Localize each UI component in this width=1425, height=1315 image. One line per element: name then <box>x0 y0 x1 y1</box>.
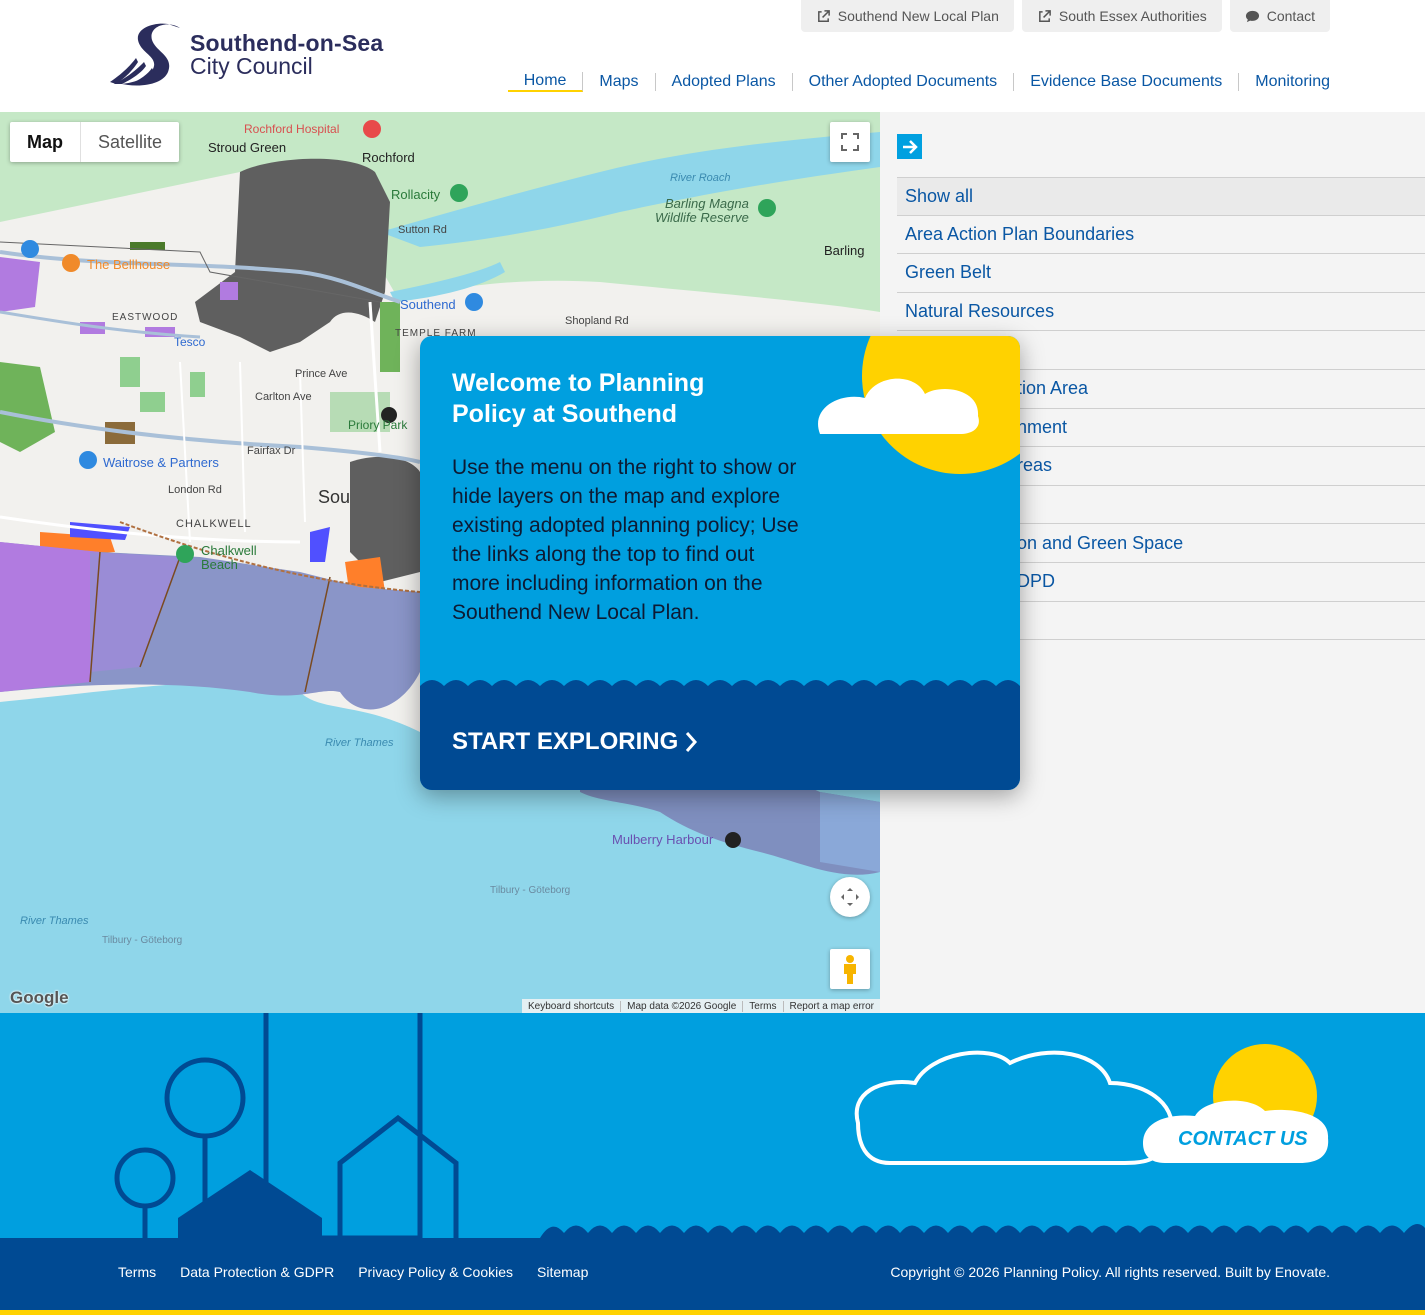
layer-item[interactable]: Green Belt <box>897 254 1425 293</box>
modal-title: Welcome to Planning Policy at Southend <box>452 369 705 428</box>
map-label: Tesco <box>174 335 206 349</box>
map-label: Beach <box>201 557 238 572</box>
map-label: Southend <box>400 297 456 312</box>
main-nav: Home Maps Adopted Plans Other Adopted Do… <box>507 72 1330 92</box>
modal-body-text: Use the menu on the right to show or hid… <box>452 456 799 624</box>
chevron-right-icon <box>686 732 698 752</box>
map-label: CHALKWELL <box>176 518 252 530</box>
utility-links: Southend New Local Plan South Essex Auth… <box>800 0 1330 32</box>
start-exploring-label: START EXPLORING <box>452 728 679 755</box>
map-label: River Roach <box>670 172 731 184</box>
pan-arrows-icon <box>841 888 859 906</box>
start-exploring-button[interactable]: START EXPLORING <box>452 728 698 756</box>
council-logo[interactable]: Southend-on-Sea City Council <box>108 22 383 88</box>
logo-title: Southend-on-Sea <box>190 30 384 56</box>
utility-link-label: Contact <box>1266 8 1315 24</box>
fullscreen-button[interactable] <box>830 122 870 162</box>
site-header: Southend-on-Sea City Council Southend Ne… <box>0 0 1425 112</box>
map-label: Shopland Rd <box>565 315 629 327</box>
street-view-pegman-button[interactable] <box>830 949 870 989</box>
footer-accent-stripe <box>0 1310 1425 1315</box>
map-label: Sou <box>318 487 351 507</box>
map-label: The Bellhouse <box>87 257 171 272</box>
arrow-right-icon <box>902 139 918 154</box>
nav-home[interactable]: Home <box>507 72 584 92</box>
map-attribution: Keyboard shortcuts Map data ©2026 Google… <box>521 999 880 1013</box>
map-type-satellite-button[interactable]: Satellite <box>81 122 179 162</box>
logo-subtitle: City Council <box>190 53 313 79</box>
map-label: Rollacity <box>391 187 441 202</box>
map-label: Carlton Ave <box>255 391 312 403</box>
footer-link-data-protection[interactable]: Data Protection & GDPR <box>180 1264 334 1280</box>
footer-illustration <box>0 1013 1425 1238</box>
welcome-modal: Welcome to Planning Policy at Southend U… <box>420 336 1020 790</box>
camera-control-button[interactable] <box>830 877 870 917</box>
copyright-text: Copyright © 2026 Planning Policy. All ri… <box>890 1264 1330 1280</box>
map-label: Sutton Rd <box>398 224 447 236</box>
layer-item[interactable]: Area Action Plan Boundaries <box>897 216 1425 255</box>
map-label: Waitrose & Partners <box>103 455 219 470</box>
utility-link-label: South Essex Authorities <box>1058 8 1207 24</box>
map-label: Priory Park <box>348 418 408 432</box>
nav-evidence-base-documents[interactable]: Evidence Base Documents <box>1014 73 1240 91</box>
footer-links: Terms Data Protection & GDPR Privacy Pol… <box>118 1264 588 1280</box>
nav-maps[interactable]: Maps <box>583 73 656 91</box>
map-label: Prince Ave <box>295 368 348 380</box>
map-type-control: Map Satellite <box>10 122 180 162</box>
nav-other-adopted-documents[interactable]: Other Adopted Documents <box>793 73 1015 91</box>
map-label: Chalkwell <box>201 543 257 558</box>
layer-show-all[interactable]: Show all <box>897 177 1425 216</box>
footer-link-privacy-policy[interactable]: Privacy Policy & Cookies <box>358 1264 513 1280</box>
map-label: London Rd <box>168 484 222 496</box>
fullscreen-icon <box>841 133 859 151</box>
pegman-icon <box>844 955 856 984</box>
external-link-icon <box>817 9 830 22</box>
footer-scene <box>114 1013 1425 1238</box>
map-label: Fairfax Dr <box>247 445 296 457</box>
utility-link-contact[interactable]: Contact <box>1229 0 1330 32</box>
map-label: Barling Magna <box>665 196 749 211</box>
footer-link-terms[interactable]: Terms <box>118 1264 156 1280</box>
map-label: EASTWOOD <box>112 312 179 323</box>
contact-us-button[interactable]: CONTACT US <box>1178 1128 1308 1151</box>
nav-adopted-plans[interactable]: Adopted Plans <box>656 73 793 91</box>
map-data-text: Map data ©2026 Google <box>621 1000 744 1012</box>
map-label: Mulberry Harbour <box>612 832 714 847</box>
map-label: Tilbury - Göteborg <box>102 935 183 946</box>
report-map-error-link[interactable]: Report a map error <box>784 1001 880 1012</box>
footer-link-sitemap[interactable]: Sitemap <box>537 1264 588 1280</box>
map-label: Rochford Hospital <box>244 122 340 136</box>
nav-monitoring[interactable]: Monitoring <box>1239 73 1330 91</box>
map-label: Wildlife Reserve <box>655 210 749 225</box>
map-label: River Thames <box>325 737 394 749</box>
map-label: River Thames <box>20 915 89 927</box>
utility-link-new-local-plan[interactable]: Southend New Local Plan <box>800 0 1014 32</box>
swan-logo-icon <box>110 23 180 86</box>
map-label: Barling <box>824 243 865 258</box>
layer-item[interactable]: Natural Resources <box>897 293 1425 332</box>
toggle-sidebar-button[interactable] <box>897 134 922 159</box>
map-type-map-button[interactable]: Map <box>10 122 81 162</box>
terms-link[interactable]: Terms <box>743 1000 784 1012</box>
map-label: Rochford <box>362 150 415 165</box>
map-label: Tilbury - Göteborg <box>490 885 571 896</box>
utility-link-south-essex[interactable]: South Essex Authorities <box>1021 0 1222 32</box>
page: Southend-on-Sea City Council Southend Ne… <box>0 0 1425 1315</box>
external-link-icon <box>1038 9 1051 22</box>
speech-bubble-icon <box>1245 10 1259 22</box>
keyboard-shortcuts-link[interactable]: Keyboard shortcuts <box>522 1000 622 1012</box>
utility-link-label: Southend New Local Plan <box>837 8 999 24</box>
map-label: Stroud Green <box>208 140 287 155</box>
google-logo: Google <box>10 988 69 1007</box>
